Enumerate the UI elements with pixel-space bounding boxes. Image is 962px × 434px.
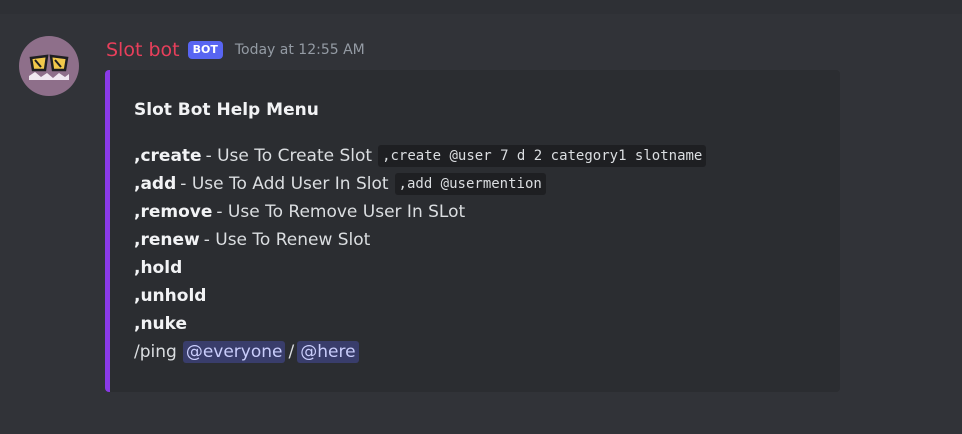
mention-everyone[interactable]: @everyone (182, 341, 286, 363)
top-bar (0, 0, 962, 14)
command-name: ,add (134, 174, 177, 194)
chat-message: Slot bot BOT Today at 12:55 AM Slot Bot … (0, 30, 962, 410)
command-name: ,create (134, 146, 202, 166)
command-description: - Use To Add User In Slot (180, 174, 389, 194)
command-line-hold: ,hold (134, 254, 834, 282)
command-line-nuke: ,nuke (134, 310, 834, 338)
embed-title: Slot Bot Help Menu (134, 100, 319, 120)
command-name: ,remove (134, 202, 213, 222)
mention-separator: / (288, 342, 295, 362)
command-description: - Use To Renew Slot (203, 230, 371, 250)
timestamp[interactable]: Today at 12:55 AM (235, 42, 365, 58)
command-line-renew: ,renew - Use To Renew Slot (134, 226, 834, 254)
help-embed: Slot Bot Help Menu ,create - Use To Crea… (105, 70, 840, 392)
command-name: ,unhold (134, 286, 207, 306)
sunglasses-icon (29, 54, 69, 80)
username[interactable]: Slot bot (106, 36, 180, 64)
command-line-remove: ,remove - Use To Remove User In SLot (134, 198, 834, 226)
command-name: ,nuke (134, 314, 188, 334)
command-line-add: ,add - Use To Add User In Slot ,add @use… (134, 170, 834, 198)
command-line-unhold: ,unhold (134, 282, 834, 310)
inline-code: ,create @user 7 d 2 category1 slotname (378, 145, 707, 167)
command-name: ,renew (134, 230, 200, 250)
mention-here[interactable]: @here (297, 341, 359, 363)
command-description: - Use To Remove User In SLot (216, 202, 466, 222)
ping-prefix: /ping (134, 342, 177, 362)
ping-line: /ping @everyone / @here (134, 338, 834, 366)
command-description: - Use To Create Slot (205, 146, 373, 166)
message-header: Slot bot BOT Today at 12:55 AM (106, 36, 365, 64)
bot-badge: BOT (187, 41, 223, 59)
inline-code: ,add @usermention (394, 173, 546, 195)
command-name: ,hold (134, 258, 183, 278)
embed-description: ,create - Use To Create Slot ,create @us… (134, 142, 834, 366)
command-line-create: ,create - Use To Create Slot ,create @us… (134, 142, 834, 170)
bot-avatar[interactable] (19, 36, 79, 96)
